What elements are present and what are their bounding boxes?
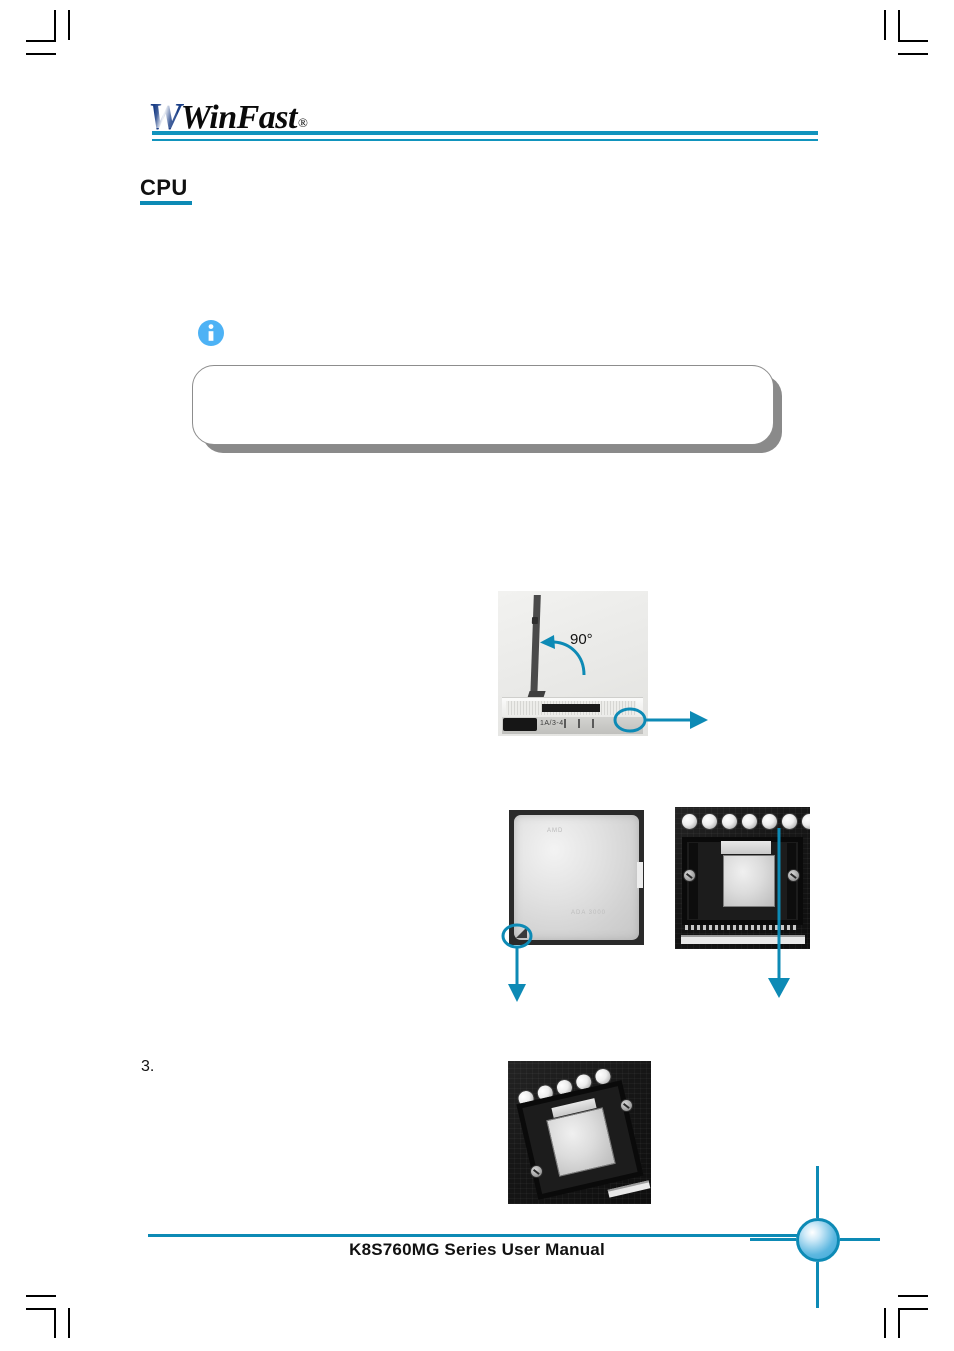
crop-mark-bottom-right — [884, 1308, 886, 1338]
footer-rule — [148, 1234, 818, 1237]
note-box — [192, 365, 774, 445]
socket-corner-callout-arrow — [613, 707, 708, 733]
screw-icon — [620, 1099, 633, 1112]
screw-icon — [530, 1165, 543, 1178]
crop-mark-bottom-right — [898, 1308, 928, 1310]
crop-mark-top-right — [898, 10, 900, 40]
crop-mark-bottom-left — [26, 1308, 56, 1310]
page-title-underline — [140, 201, 192, 205]
socket-pin — [578, 719, 580, 728]
capacitor-icon — [681, 813, 698, 830]
page-number-badge — [796, 1218, 840, 1262]
capacitor-icon — [701, 813, 718, 830]
cpu-corner-callout-arrow — [501, 923, 533, 1002]
page-bullet-crosshair-left — [750, 1238, 796, 1241]
capacitor-icon — [801, 813, 810, 830]
cpu-marking-bottom: ADA 3000 — [571, 910, 607, 916]
capacitor-icon — [741, 813, 758, 830]
page-bullet-crosshair-bottom — [816, 1262, 819, 1308]
info-icon — [198, 320, 224, 346]
crop-mark-bottom-left — [54, 1308, 56, 1338]
crop-mark-top-left — [68, 10, 70, 40]
socket-clip — [503, 718, 537, 731]
crop-mark-top-right — [884, 10, 886, 40]
cpu-marking-top: AMD — [547, 828, 564, 834]
winfast-logo: W WinFast ® — [148, 96, 308, 138]
page-bullet-crosshair-top — [816, 1166, 819, 1218]
page-number — [796, 1218, 840, 1262]
screw-icon — [683, 869, 696, 882]
winfast-logo-mark: W — [148, 96, 182, 138]
socket-pin — [564, 719, 566, 728]
crop-mark-top-left — [26, 40, 56, 42]
crop-mark-bottom-right — [898, 1295, 928, 1297]
crop-mark-top-left — [54, 10, 56, 40]
figure-board-socket-closeup — [508, 1061, 651, 1204]
socket-pin — [592, 719, 594, 728]
rotation-arrow-icon — [540, 635, 586, 676]
socket-marking-label: 1A/3-4 — [540, 720, 564, 727]
page-title: CPU — [140, 175, 188, 200]
crop-mark-bottom-left — [68, 1308, 70, 1338]
crop-mark-top-left — [26, 53, 56, 55]
socket-slot — [542, 704, 600, 712]
crop-mark-top-right — [898, 53, 928, 55]
board-socket-callout-arrow — [768, 828, 790, 998]
crop-mark-bottom-right — [898, 1308, 900, 1338]
header-rule-thick — [152, 131, 818, 135]
capacitor-icon — [721, 813, 738, 830]
cpu-edge-notch — [637, 862, 643, 888]
header-rule-thin — [152, 139, 818, 141]
step-number: 3. — [141, 1058, 155, 1075]
crop-mark-top-right — [898, 40, 928, 42]
crop-mark-bottom-left — [26, 1295, 56, 1297]
page-bullet-crosshair-right — [840, 1238, 880, 1241]
winfast-logo-text: WinFast — [180, 99, 298, 136]
